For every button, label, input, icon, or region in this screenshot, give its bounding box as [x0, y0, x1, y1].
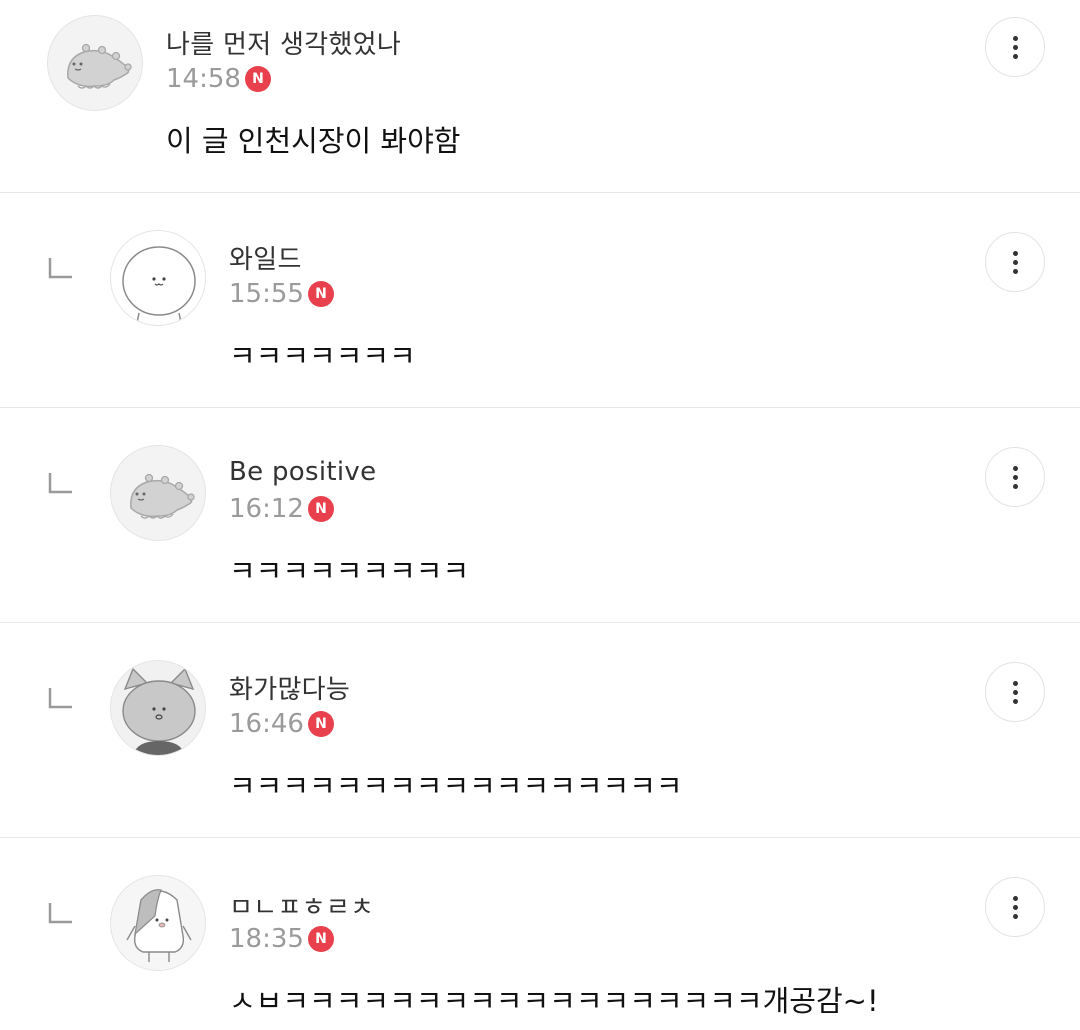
reply-comment-item: Be positive 16:12 N ㅋㅋㅋㅋㅋㅋㅋㅋㅋ: [0, 408, 1080, 622]
reply-arrow-icon: [48, 258, 72, 279]
reply-comment-item: ㅁㄴㅍㅎㄹㅊ 18:35 N ㅅㅂㅋㅋㅋㅋㅋㅋㅋㅋㅋㅋㅋㅋㅋㅋㅋㅋㅋㅋ개공감~!: [0, 838, 1080, 1030]
comment-item: 나를 먼저 생각했었나 14:58 N 이 글 인천시장이 봐야함: [0, 0, 1080, 192]
comment-meta: 14:58 N: [166, 64, 271, 94]
comment-time: 16:12: [229, 494, 304, 524]
reply-comment-item: 와일드 15:55 N ㅋㅋㅋㅋㅋㅋㅋ: [0, 193, 1080, 407]
dinosaur-avatar-icon[interactable]: [110, 445, 206, 541]
more-dot: [1012, 250, 1018, 256]
dinosaur-avatar-icon[interactable]: [47, 15, 143, 111]
comment-time: 16:46: [229, 709, 304, 739]
more-dot: [1012, 680, 1018, 686]
reply-arrow-icon: [48, 903, 72, 924]
reply-arrow-icon: [48, 473, 72, 494]
comment-username[interactable]: 와일드: [229, 239, 302, 276]
comment-text: ㅋㅋㅋㅋㅋㅋㅋ: [229, 339, 416, 373]
more-dot: [1012, 268, 1018, 274]
penguin-avatar-icon[interactable]: [110, 875, 206, 971]
more-dot: [1012, 465, 1018, 471]
comment-username[interactable]: 화가많다능: [229, 669, 350, 706]
comment-time: 14:58: [166, 64, 241, 94]
white-bear-avatar-icon[interactable]: [110, 230, 206, 326]
new-badge-icon: N: [307, 281, 334, 307]
more-options-button[interactable]: [985, 447, 1045, 507]
comment-meta: 15:55 N: [229, 279, 334, 309]
comment-text: ㅋㅋㅋㅋㅋㅋㅋㅋㅋㅋㅋㅋㅋㅋㅋㅋㅋ: [229, 769, 683, 803]
reply-comment-item: 화가많다능 16:46 N ㅋㅋㅋㅋㅋㅋㅋㅋㅋㅋㅋㅋㅋㅋㅋㅋㅋ: [0, 623, 1080, 837]
new-badge-icon: N: [307, 496, 334, 522]
comment-text: ㅅㅂㅋㅋㅋㅋㅋㅋㅋㅋㅋㅋㅋㅋㅋㅋㅋㅋㅋㅋ개공감~!: [229, 984, 879, 1018]
more-dot: [1012, 483, 1018, 489]
comment-text: ㅋㅋㅋㅋㅋㅋㅋㅋㅋ: [229, 554, 470, 588]
more-dot: [1012, 904, 1018, 910]
gray-cat-avatar-icon[interactable]: [110, 660, 206, 756]
more-dot: [1012, 53, 1018, 59]
comment-time: 18:35: [229, 924, 304, 954]
more-dot: [1012, 913, 1018, 919]
reply-arrow-icon: [48, 688, 72, 709]
more-dot: [1012, 698, 1018, 704]
comment-meta: 18:35 N: [229, 924, 334, 954]
new-badge-icon: N: [244, 66, 271, 92]
more-dot: [1012, 895, 1018, 901]
comment-username[interactable]: ㅁㄴㅍㅎㄹㅊ: [229, 887, 374, 924]
comment-meta: 16:46 N: [229, 709, 334, 739]
comment-username[interactable]: 나를 먼저 생각했었나: [166, 24, 401, 61]
more-dot: [1012, 259, 1018, 265]
more-dot: [1012, 689, 1018, 695]
more-dot: [1012, 35, 1018, 41]
comment-username[interactable]: Be positive: [229, 457, 376, 487]
comment-meta: 16:12 N: [229, 494, 334, 524]
new-badge-icon: N: [307, 711, 334, 737]
new-badge-icon: N: [307, 926, 334, 952]
comment-time: 15:55: [229, 279, 304, 309]
more-options-button[interactable]: [985, 877, 1045, 937]
more-options-button[interactable]: [985, 232, 1045, 292]
more-dot: [1012, 44, 1018, 50]
comment-text: 이 글 인천시장이 봐야함: [166, 124, 461, 158]
more-options-button[interactable]: [985, 662, 1045, 722]
more-options-button[interactable]: [985, 17, 1045, 77]
more-dot: [1012, 474, 1018, 480]
